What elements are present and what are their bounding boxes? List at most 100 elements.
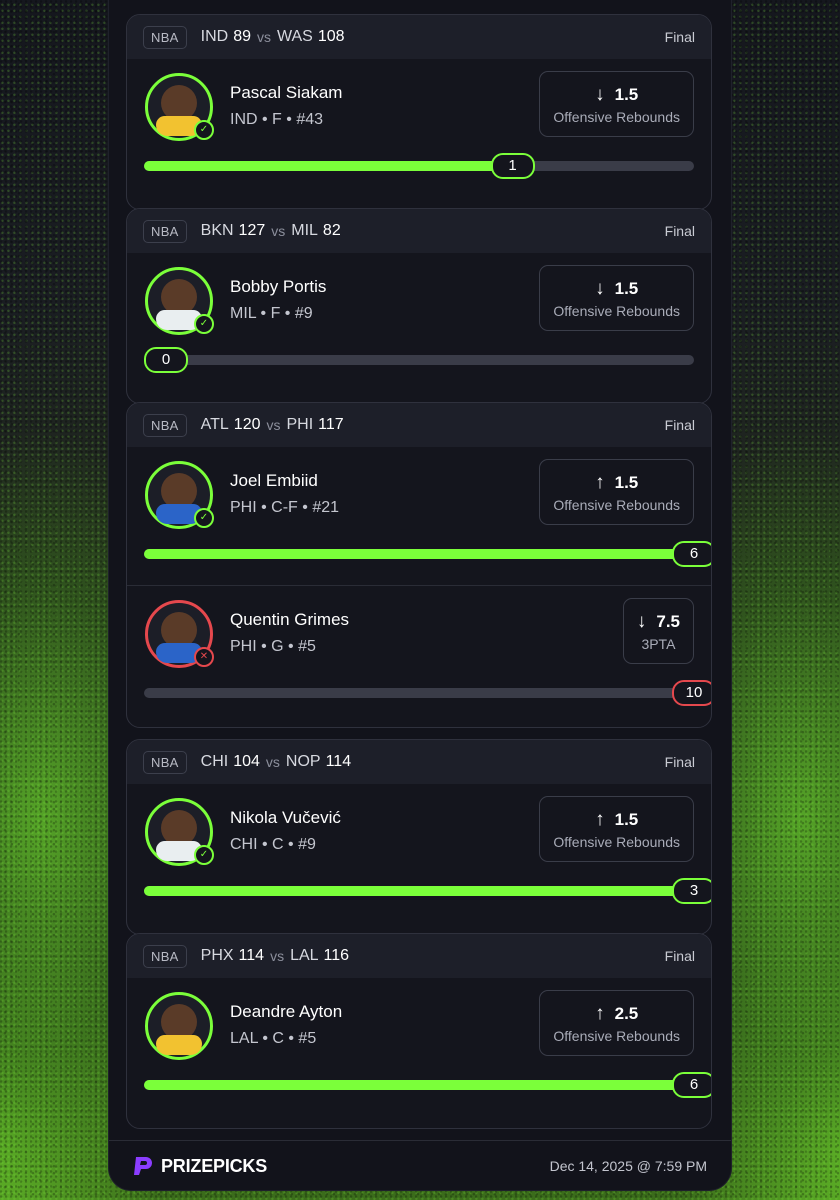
player-pick-row[interactable]: ✕ Quentin Grimes PHI • G • #5 ↓ 7.5 3PTA … — [127, 585, 711, 727]
player-info: CHI • C • #9 — [230, 836, 316, 853]
projection-box: ↓ 1.5 Offensive Rebounds — [539, 265, 694, 331]
stat-type: Offensive Rebounds — [553, 108, 680, 125]
prizepicks-logo: PRIZEPICKS — [133, 1155, 267, 1177]
check-icon: ✓ — [194, 845, 214, 865]
score-home: 116 — [323, 947, 350, 964]
progress-fill — [144, 886, 694, 896]
projection-box: ↓ 7.5 3PTA — [622, 598, 694, 664]
game-card-chi-nop: NBA CHI 104 vs NOP 114 Final ✓ Nikola Vu… — [126, 739, 712, 935]
actual-value: 6 — [672, 541, 711, 567]
team-away: IND — [200, 28, 229, 45]
projection-box: ↑ 1.5 Offensive Rebounds — [539, 459, 694, 525]
player-name: Bobby Portis — [230, 277, 327, 296]
game-card-phx-lal: NBA PHX 114 vs LAL 116 Final Deandre Ayt… — [126, 933, 712, 1129]
player-avatar: ✓ — [145, 461, 214, 529]
progress-track: 1 — [144, 153, 694, 179]
projection-box: ↓ 1.5 Offensive Rebounds — [539, 71, 694, 137]
game-card-ind-was: NBA IND 89 vs WAS 108 Final ✓ Pascal Sia… — [126, 14, 712, 210]
team-away: ATL — [200, 416, 229, 433]
line-value: 1.5 — [614, 809, 639, 829]
league-badge: NBA — [143, 25, 187, 49]
score-home: 108 — [317, 28, 345, 45]
player-info: IND • F • #43 — [230, 111, 324, 128]
stat-type: Offensive Rebounds — [553, 496, 680, 513]
game-card-atl-phi: NBA ATL 120 vs PHI 117 Final ✓ Joel Embi… — [126, 402, 712, 728]
team-away: PHX — [200, 947, 234, 964]
stat-type: 3PTA — [641, 635, 676, 652]
stat-type: Offensive Rebounds — [553, 833, 680, 850]
game-status: Final — [664, 417, 695, 433]
projection-box: ↑ 1.5 Offensive Rebounds — [539, 796, 694, 862]
game-header: NBA CHI 104 vs NOP 114 Final — [127, 740, 711, 784]
game-card-bkn-mil: NBA BKN 127 vs MIL 82 Final ✓ Bobby Port… — [126, 208, 712, 404]
stat-type: Offensive Rebounds — [553, 302, 680, 319]
player-avatar: ✓ — [145, 267, 214, 335]
score-away: 127 — [238, 222, 266, 239]
score-away: 120 — [233, 416, 261, 433]
vs-label: vs — [265, 754, 280, 770]
league-badge: NBA — [143, 750, 187, 774]
line-value: 1.5 — [614, 84, 639, 104]
player-pick-row[interactable]: Deandre Ayton LAL • C • #5 ↑ 2.5 Offensiv… — [127, 978, 711, 1128]
arrow-up-icon: ↑ — [595, 808, 605, 830]
prizepicks-logo-icon — [134, 1157, 152, 1175]
arrow-up-icon: ↑ — [595, 1002, 605, 1024]
entry-panel: NBA IND 89 vs WAS 108 Final ✓ Pascal Sia… — [109, 0, 731, 1190]
player-pick-row[interactable]: ✓ Bobby Portis MIL • F • #9 ↓ 1.5 Offensi… — [127, 253, 711, 403]
player-name: Quentin Grimes — [230, 610, 350, 629]
game-header: NBA IND 89 vs WAS 108 Final — [127, 15, 711, 59]
line-value: 2.5 — [614, 1003, 639, 1023]
player-pick-row[interactable]: ✓ Nikola Vučević CHI • C • #9 ↑ 1.5 Offen… — [127, 784, 711, 934]
player-name: Joel Embiid — [230, 471, 318, 490]
x-icon: ✕ — [194, 647, 214, 667]
player-avatar: ✓ — [145, 73, 214, 141]
game-header: NBA BKN 127 vs MIL 82 Final — [127, 209, 711, 253]
player-pick-row[interactable]: ✓ Pascal Siakam IND • F • #43 ↓ 1.5 Offen… — [127, 59, 711, 209]
game-status: Final — [664, 754, 695, 770]
progress-track: 6 — [144, 1072, 711, 1098]
score-home: 114 — [325, 753, 352, 770]
game-status: Final — [664, 223, 695, 239]
vs-label: vs — [270, 948, 285, 964]
game-status: Final — [664, 29, 695, 45]
line-value: 7.5 — [656, 611, 680, 631]
team-home: LAL — [290, 947, 319, 964]
player-info: MIL • F • #9 — [230, 305, 313, 322]
actual-value: 0 — [144, 347, 188, 373]
arrow-down-icon: ↓ — [595, 83, 605, 105]
actual-value: 6 — [672, 1072, 711, 1098]
progress-fill — [144, 688, 694, 698]
player-info: PHI • G • #5 — [230, 638, 316, 655]
league-badge: NBA — [143, 219, 187, 243]
line-value: 1.5 — [614, 472, 639, 492]
progress-fill — [144, 161, 513, 171]
score-away: 89 — [233, 28, 251, 45]
projection-box: ↑ 2.5 Offensive Rebounds — [539, 990, 694, 1056]
line-value: 1.5 — [614, 278, 639, 298]
team-home: NOP — [285, 753, 321, 770]
vs-label: vs — [257, 29, 271, 45]
progress-track: 0 — [144, 347, 694, 373]
game-status: Final — [664, 948, 695, 964]
check-icon: ✓ — [194, 314, 214, 334]
check-icon: ✓ — [194, 508, 214, 528]
arrow-down-icon: ↓ — [595, 277, 605, 299]
team-home: MIL — [291, 222, 318, 239]
league-badge: NBA — [143, 944, 187, 968]
player-pick-row[interactable]: ✓ Joel Embiid PHI • C-F • #21 ↑ 1.5 Offen… — [127, 447, 711, 585]
player-avatar — [145, 992, 213, 1060]
player-avatar: ✕ — [145, 600, 214, 668]
progress-track: 6 — [144, 541, 711, 567]
player-avatar: ✓ — [145, 798, 214, 866]
player-info: PHI • C-F • #21 — [230, 499, 340, 516]
player-name: Nikola Vučević — [230, 808, 341, 827]
game-header: NBA PHX 114 vs LAL 116 Final — [127, 934, 711, 978]
player-info: LAL • C • #5 — [230, 1030, 317, 1047]
vs-label: vs — [271, 223, 286, 239]
progress-track: 10 — [144, 680, 711, 706]
check-icon: ✓ — [194, 120, 214, 140]
team-home: PHI — [286, 416, 314, 433]
brand-name: PRIZEPICKS — [161, 1155, 268, 1176]
stat-type: Offensive Rebounds — [553, 1027, 680, 1044]
vs-label: vs — [266, 417, 281, 433]
